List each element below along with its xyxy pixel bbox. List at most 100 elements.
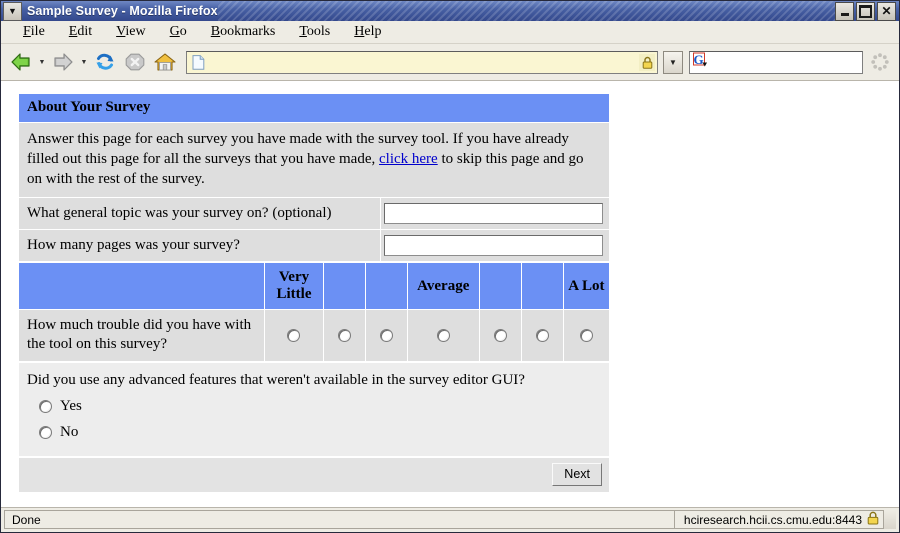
question-label-topic: What general topic was your survey on? (… (18, 197, 381, 231)
minimize-icon (840, 12, 849, 16)
survey-pages-input[interactable] (384, 235, 603, 257)
table-row: How many pages was your survey? (18, 229, 610, 263)
maximize-icon (859, 4, 872, 18)
menu-bookmarks[interactable]: Bookmarks (199, 22, 288, 42)
menu-tools[interactable]: Tools (287, 22, 342, 42)
search-bar[interactable]: G (689, 50, 867, 74)
home-icon (154, 53, 176, 71)
menu-go[interactable]: Go (158, 22, 199, 42)
forward-history-dropdown[interactable]: ▼ (79, 48, 89, 76)
status-bar: Done hciresearch.hcii.cs.cmu.edu:8443 (1, 507, 899, 532)
matrix-cell-6[interactable] (520, 308, 564, 362)
back-history-dropdown[interactable]: ▼ (37, 48, 47, 76)
page-content: About Your Survey Answer this page for e… (1, 81, 899, 507)
matrix-cell-1[interactable] (264, 308, 324, 362)
system-menu-button[interactable]: ▼ (3, 1, 22, 21)
advanced-no-label: No (60, 423, 79, 440)
advanced-features-section: Did you use any advanced features that w… (18, 361, 610, 457)
document-icon (191, 54, 206, 70)
matrix-cell-7[interactable] (562, 308, 611, 362)
search-input[interactable] (712, 53, 867, 71)
back-arrow-icon (11, 53, 30, 71)
rating-radio-7[interactable] (579, 329, 593, 343)
advanced-yes-radio[interactable] (39, 399, 52, 413)
title-bar-filler (217, 1, 835, 21)
matrix-row-label: How much trouble did you have with the t… (17, 308, 266, 362)
url-bar[interactable] (186, 50, 658, 74)
menu-bar: File Edit View Go Bookmarks Tools Help (1, 21, 899, 44)
close-button[interactable]: ✕ (877, 1, 896, 21)
scale-header-3 (364, 262, 408, 310)
menu-edit[interactable]: Edit (57, 22, 104, 42)
advanced-features-option-no[interactable]: No (39, 424, 601, 441)
rating-radio-3[interactable] (379, 329, 393, 343)
advanced-features-question: Did you use any advanced features that w… (27, 371, 525, 388)
advanced-yes-label: Yes (60, 397, 82, 414)
scale-header-2 (322, 262, 366, 310)
scale-header-5 (478, 262, 522, 310)
url-history-dropdown[interactable]: ▼ (663, 50, 683, 74)
back-button[interactable] (7, 48, 35, 76)
title-bar: ▼ Sample Survey - Mozilla Firefox ✕ (1, 1, 899, 21)
maximize-button[interactable] (856, 1, 875, 21)
stop-button[interactable] (121, 48, 149, 76)
stop-icon (125, 53, 145, 71)
rating-radio-6[interactable] (535, 329, 549, 343)
status-host: hciresearch.hcii.cs.cmu.edu:8443 (683, 512, 862, 527)
advanced-features-option-yes[interactable]: Yes (39, 398, 601, 415)
form-actions: Next (18, 456, 610, 493)
rating-radio-5[interactable] (493, 329, 507, 343)
intro-paragraph: Answer this page for each survey you hav… (18, 121, 610, 199)
section-header-row: About Your Survey (18, 93, 610, 123)
minimize-button[interactable] (835, 1, 854, 21)
rating-radio-1[interactable] (287, 329, 301, 343)
scale-header-7: A Lot (562, 262, 611, 310)
forward-button[interactable] (49, 48, 77, 76)
matrix-cell-4[interactable] (406, 308, 480, 362)
navigation-toolbar: ▼ ▼ ▼ G (1, 44, 899, 81)
scale-header-1: Very Little (264, 262, 324, 310)
window-controls: ✕ (835, 1, 898, 21)
padlock-icon (867, 511, 879, 528)
security-indicator[interactable]: hciresearch.hcii.cs.cmu.edu:8443 (673, 510, 884, 529)
question-field-pages-cell (380, 229, 610, 263)
matrix-corner-cell (17, 262, 266, 310)
question-field-topic-cell (380, 197, 610, 231)
advanced-no-radio[interactable] (39, 425, 52, 439)
matrix-cell-3[interactable] (364, 308, 408, 362)
url-input[interactable] (210, 53, 639, 71)
chevron-down-icon: ▼ (8, 5, 17, 16)
close-icon: ✕ (881, 4, 892, 18)
chevron-down-icon: ▼ (80, 58, 88, 66)
rating-radio-2[interactable] (337, 329, 351, 343)
survey-topic-input[interactable] (384, 203, 603, 225)
rating-matrix: Very Little Average A Lot How much troub… (17, 262, 611, 362)
throbber-icon (867, 47, 893, 77)
question-label-pages: How many pages was your survey? (18, 229, 381, 263)
scale-header-4: Average (406, 262, 480, 310)
padlock-icon (639, 53, 655, 71)
home-button[interactable] (151, 48, 179, 76)
reload-icon (96, 53, 114, 70)
matrix-cell-2[interactable] (322, 308, 366, 362)
page-title: About Your Survey (18, 93, 610, 123)
window-title: Sample Survey - Mozilla Firefox (27, 4, 218, 18)
intro-row: Answer this page for each survey you hav… (18, 121, 610, 199)
menu-help[interactable]: Help (342, 22, 393, 42)
menu-file[interactable]: File (11, 22, 57, 42)
forward-arrow-icon (54, 53, 73, 71)
rating-radio-4[interactable] (436, 329, 450, 343)
google-search-icon: G (693, 52, 710, 72)
survey-form-top: About Your Survey Answer this page for e… (18, 93, 610, 263)
menu-view[interactable]: View (104, 22, 158, 42)
scale-header-6 (520, 262, 564, 310)
resize-grip[interactable] (884, 510, 896, 529)
reload-button[interactable] (91, 48, 119, 76)
browser-window: ▼ Sample Survey - Mozilla Firefox ✕ File… (0, 0, 900, 533)
chevron-down-icon: ▼ (38, 58, 46, 66)
next-button[interactable]: Next (552, 462, 602, 486)
status-message: Done (4, 510, 674, 529)
skip-page-link[interactable]: click here (379, 151, 438, 167)
chevron-down-icon: ▼ (669, 57, 677, 67)
matrix-cell-5[interactable] (478, 308, 522, 362)
